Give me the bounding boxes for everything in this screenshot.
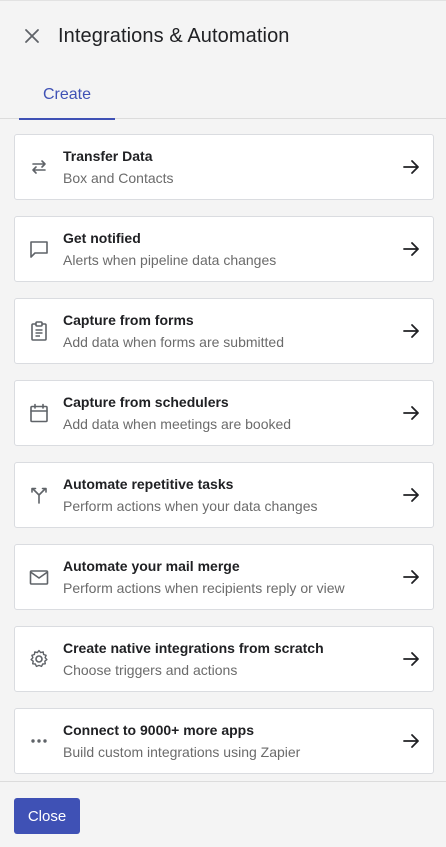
- arrow-right-icon: [389, 299, 433, 363]
- item-get-notified[interactable]: Get notified Alerts when pipeline data c…: [14, 216, 434, 282]
- panel-header: Integrations & Automation: [0, 1, 446, 71]
- item-title: Capture from forms: [63, 312, 194, 328]
- item-title: Automate your mail merge: [63, 558, 240, 574]
- item-capture-schedulers[interactable]: Capture from schedulers Add data when me…: [14, 380, 434, 446]
- tab-create[interactable]: Create: [19, 71, 115, 120]
- item-mail-merge[interactable]: Automate your mail merge Perform actions…: [14, 544, 434, 610]
- item-subtitle: Alerts when pipeline data changes: [63, 252, 277, 268]
- arrow-right-icon: [389, 135, 433, 199]
- item-automate-tasks[interactable]: Automate repetitive tasks Perform action…: [14, 462, 434, 528]
- arrow-right-icon: [389, 627, 433, 691]
- arrow-right-icon: [389, 381, 433, 445]
- item-title: Create native integrations from scratch: [63, 640, 324, 656]
- item-title: Capture from schedulers: [63, 394, 229, 410]
- more-dots-icon: [15, 709, 63, 773]
- item-zapier-apps[interactable]: Connect to 9000+ more apps Build custom …: [14, 708, 434, 774]
- mail-icon: [15, 545, 63, 609]
- item-subtitle: Add data when forms are submitted: [63, 334, 285, 350]
- page-title: Integrations & Automation: [58, 24, 290, 47]
- clipboard-icon: [15, 299, 63, 363]
- item-subtitle: Perform actions when your data changes: [63, 498, 318, 514]
- panel-footer: Close: [0, 781, 446, 847]
- arrow-right-icon: [389, 709, 433, 773]
- merge-fork-icon: [15, 463, 63, 527]
- chat-bubble-icon: [15, 217, 63, 281]
- integration-list: Transfer Data Box and Contacts Get notif…: [14, 134, 434, 790]
- item-subtitle: Box and Contacts: [63, 170, 174, 186]
- item-title: Get notified: [63, 230, 141, 246]
- item-transfer-data[interactable]: Transfer Data Box and Contacts: [14, 134, 434, 200]
- item-title: Automate repetitive tasks: [63, 476, 234, 492]
- item-subtitle: Build custom integrations using Zapier: [63, 744, 301, 760]
- item-title: Transfer Data: [63, 148, 153, 164]
- item-subtitle: Add data when meetings are booked: [63, 416, 292, 432]
- item-subtitle: Perform actions when recipients reply or…: [63, 580, 345, 596]
- arrow-right-icon: [389, 463, 433, 527]
- arrow-right-icon: [389, 217, 433, 281]
- item-title: Connect to 9000+ more apps: [63, 722, 255, 738]
- transfer-arrows-icon: [15, 135, 63, 199]
- integrations-panel: Integrations & Automation Create Transfe…: [0, 0, 446, 847]
- tab-bar: Create: [0, 71, 446, 120]
- gear-icon: [15, 627, 63, 691]
- item-native-integrations[interactable]: Create native integrations from scratch …: [14, 626, 434, 692]
- close-icon[interactable]: [22, 26, 42, 46]
- calendar-icon: [15, 381, 63, 445]
- close-button[interactable]: Close: [14, 798, 80, 834]
- arrow-right-icon: [389, 545, 433, 609]
- item-subtitle: Choose triggers and actions: [63, 662, 238, 678]
- item-capture-forms[interactable]: Capture from forms Add data when forms a…: [14, 298, 434, 364]
